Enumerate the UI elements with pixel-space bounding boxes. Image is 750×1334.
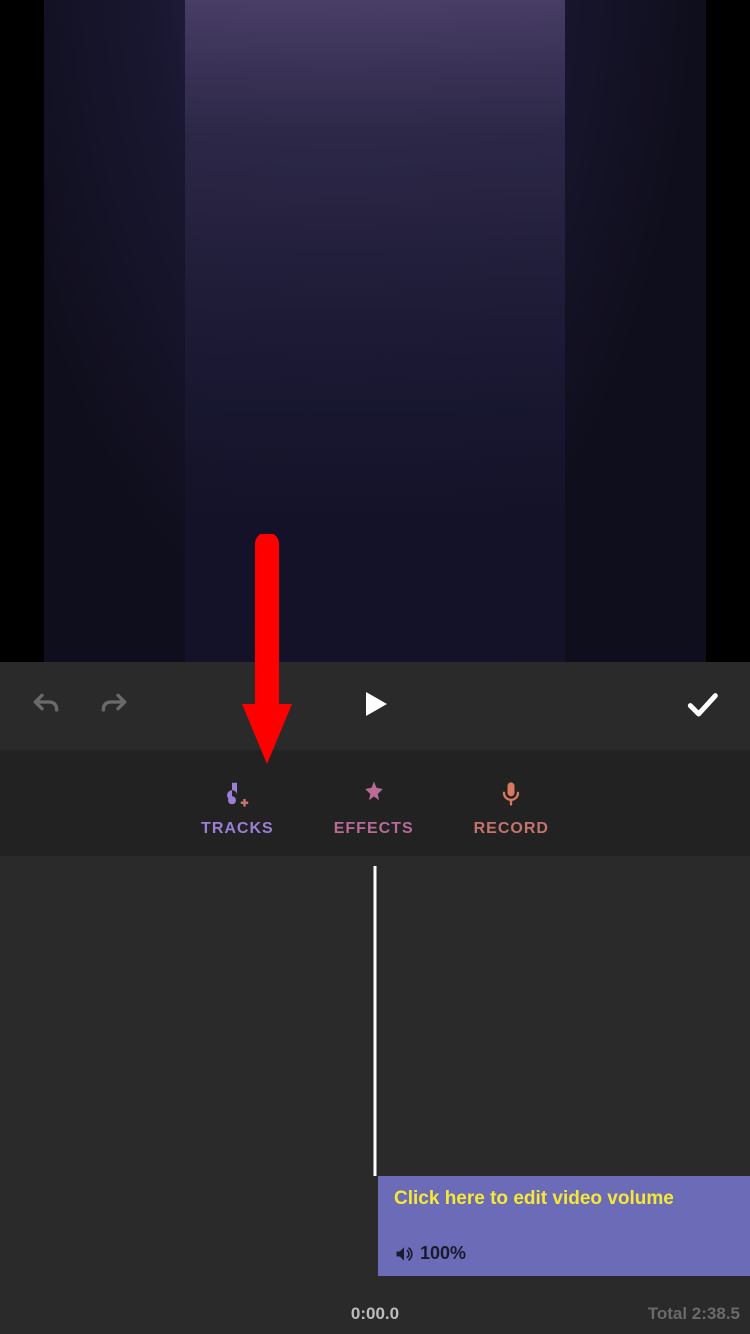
- clip-volume-value: 100%: [420, 1243, 466, 1264]
- timeline-total-time: Total 2:38.5: [648, 1304, 740, 1324]
- speaker-icon: [394, 1244, 414, 1264]
- redo-button[interactable]: [96, 688, 132, 724]
- video-preview-frame[interactable]: [44, 0, 706, 662]
- redo-icon: [98, 690, 130, 722]
- audio-tabs-bar: TRACKS EFFECTS RECORD: [0, 750, 750, 856]
- play-button[interactable]: [357, 686, 393, 727]
- video-audio-clip[interactable]: Click here to edit video volume 100%: [378, 1176, 750, 1276]
- tab-tracks[interactable]: TRACKS: [201, 778, 274, 838]
- tab-effects-label: EFFECTS: [334, 820, 414, 838]
- timeline-current-time: 0:00.0: [351, 1304, 399, 1324]
- microphone-icon: [495, 778, 527, 810]
- confirm-button[interactable]: [682, 684, 722, 729]
- undo-icon: [30, 690, 62, 722]
- tab-effects[interactable]: EFFECTS: [334, 778, 414, 838]
- video-preview-area: [0, 0, 750, 662]
- play-icon: [357, 686, 393, 722]
- timeline-area[interactable]: Click here to edit video volume 100% 0:0…: [0, 856, 750, 1334]
- tab-record-label: RECORD: [474, 820, 549, 838]
- clip-volume-display: 100%: [394, 1243, 734, 1264]
- sparkle-icon: [358, 778, 390, 810]
- timeline-footer: 0:00.0 Total 2:38.5: [0, 1294, 750, 1334]
- playback-control-bar: [0, 662, 750, 750]
- timeline-playhead[interactable]: [374, 866, 377, 1176]
- tab-tracks-label: TRACKS: [201, 820, 274, 838]
- video-preview-content: [185, 0, 565, 662]
- checkmark-icon: [682, 684, 722, 724]
- tab-record[interactable]: RECORD: [474, 778, 549, 838]
- undo-button[interactable]: [28, 688, 64, 724]
- clip-hint-text: Click here to edit video volume: [394, 1188, 734, 1210]
- music-note-plus-icon: [221, 778, 253, 810]
